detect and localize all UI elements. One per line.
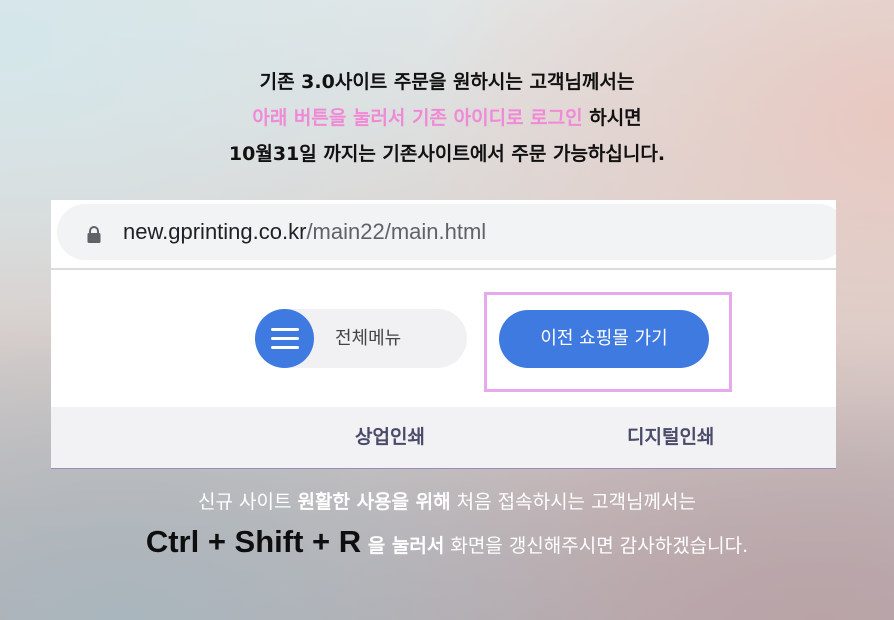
lock-icon xyxy=(87,226,101,243)
bottom-notice-line-2: Ctrl + Shift + R 을 눌러서 화면을 갱신해주시면 감사하겠습니… xyxy=(0,522,894,566)
url-path: /main22/main.html xyxy=(306,219,487,244)
notice-line-1: 기존 3.0사이트 주문을 원하시는 고객님께서는 xyxy=(259,71,635,93)
notice-highlight-text: 아래 버튼을 눌러서 기존 아이디로 로그인 xyxy=(252,107,583,129)
top-notice: 기존 3.0사이트 주문을 원하시는 고객님께서는 아래 버튼을 눌러서 기존 … xyxy=(0,64,894,172)
bottom-line-1c: 처음 접속하시는 고객님께서는 xyxy=(450,491,696,513)
bottom-line-2-bold: 을 눌러서 xyxy=(361,535,445,557)
all-menu-button[interactable]: 전체메뉴 xyxy=(255,309,467,368)
nav-item-digital-print[interactable]: 디지털인쇄 xyxy=(627,407,714,468)
bottom-line-1a: 신규 사이트 xyxy=(198,491,298,513)
nav-item-commercial-print[interactable]: 상업인쇄 xyxy=(355,407,425,468)
url-text[interactable]: new.gprinting.co.kr/main22/main.html xyxy=(123,204,486,260)
bottom-line-1b: 원활한 사용을 위해 xyxy=(297,491,451,513)
bottom-notice-line-1: 신규 사이트 원활한 사용을 위해 처음 접속하시는 고객님께서는 xyxy=(0,487,894,517)
previous-shop-button[interactable]: 이전 쇼핑몰 가기 xyxy=(499,310,709,368)
bottom-line-2-rest: 화면을 갱신해주시면 감사하겠습니다. xyxy=(444,535,749,557)
notice-line-3: 10월31일 까지는 기존사이트에서 주문 가능하십니다. xyxy=(228,143,666,165)
browser-screenshot: new.gprinting.co.kr/main22/main.html 전체메… xyxy=(51,200,836,469)
category-nav: 상업인쇄 디지털인쇄 xyxy=(51,407,836,468)
divider xyxy=(51,268,836,270)
all-menu-label: 전체메뉴 xyxy=(335,328,402,349)
notice-line-2-rest: 하시면 xyxy=(582,107,642,129)
hamburger-menu-icon xyxy=(255,309,314,368)
shortcut-text: Ctrl + Shift + R xyxy=(145,524,362,559)
notice-line-2: 아래 버튼을 눌러서 기존 아이디로 로그인 하시면 xyxy=(0,100,894,136)
address-bar[interactable]: new.gprinting.co.kr/main22/main.html xyxy=(57,204,836,260)
url-domain: new.gprinting.co.kr xyxy=(123,219,307,244)
